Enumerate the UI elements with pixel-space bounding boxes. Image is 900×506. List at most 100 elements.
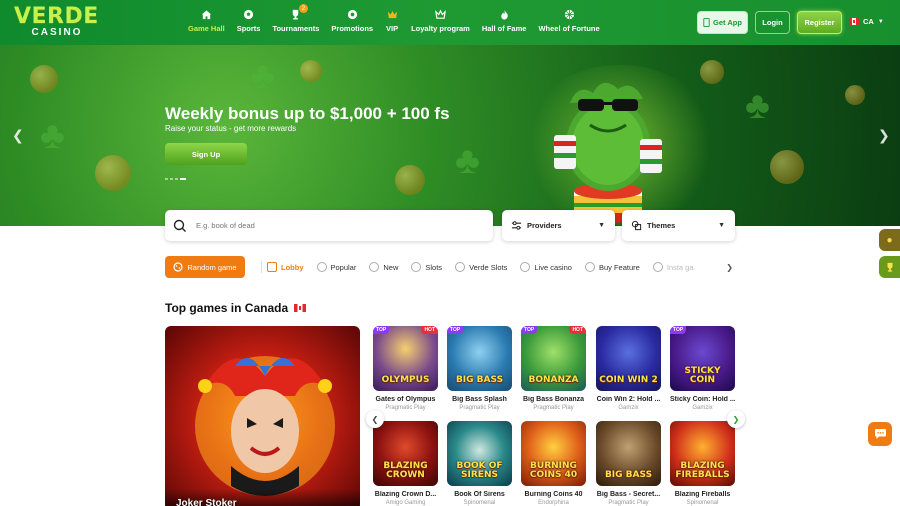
chevron-down-icon: ▼	[718, 222, 725, 229]
live-chat-button[interactable]	[868, 422, 892, 446]
tab-verde-slots[interactable]: Verde Slots	[455, 262, 507, 272]
themes-dropdown[interactable]: Themes ▼	[622, 210, 735, 241]
crown-icon	[385, 7, 399, 21]
game-provider: Amigo Gaming	[385, 500, 426, 506]
featured-game-card[interactable]: Joker Stoker	[165, 326, 360, 506]
nav-tournaments[interactable]: 2 Tournaments	[266, 4, 325, 33]
sign-up-button[interactable]: Sign Up	[165, 143, 247, 165]
tab-live-casino[interactable]: Live casino	[520, 262, 572, 272]
nav-hall-of-fame[interactable]: Hall of Fame	[476, 7, 533, 33]
tab-slots[interactable]: Slots	[411, 262, 442, 272]
tab-label: Live casino	[534, 262, 572, 272]
tab-insta-games[interactable]: Insta ga	[652, 262, 694, 272]
coin-decoration	[300, 60, 322, 82]
slide-dot-active[interactable]	[180, 178, 186, 180]
game-name: Big Bass - Secret...	[596, 491, 661, 498]
game-tile[interactable]: BIG BASS Big Bass - Secret... Pragmatic …	[596, 421, 661, 506]
game-name: Big Bass Bonanza	[522, 396, 585, 403]
chevron-down-icon: ▼	[598, 222, 605, 229]
top-badge: TOP	[670, 326, 687, 334]
search-icon	[173, 219, 186, 232]
get-app-button[interactable]: Get App	[697, 11, 748, 34]
main-nav: Game Hall Sports 2 Tournaments Promotion…	[182, 4, 606, 33]
chevron-right-icon[interactable]: ❯	[726, 263, 733, 272]
themes-label: Themes	[647, 221, 676, 230]
nav-loyalty-program[interactable]: Loyalty program	[405, 7, 476, 33]
game-search-box[interactable]	[165, 210, 493, 241]
game-provider: Endorphina	[538, 500, 569, 506]
side-trophy-button[interactable]	[879, 256, 900, 278]
coin-decoration	[395, 165, 425, 195]
instant-icon	[652, 262, 663, 272]
top-badge: TOP	[447, 326, 464, 334]
clover-decoration: ♣	[745, 85, 770, 127]
game-tile[interactable]: TOP HOT OLYMPUS Gates of Olympus Pragmat…	[373, 326, 438, 411]
slide-dot[interactable]	[175, 178, 178, 180]
game-thumbnail: BOOK OF SIRENS	[447, 421, 512, 486]
promo-banner[interactable]: ♣ ♣ ♣ ♣ Weekly bonus up to $1,000 + 100 …	[0, 45, 900, 226]
tab-lobby[interactable]: Lobby	[267, 262, 304, 272]
section-title-text: Top games in Canada	[165, 301, 289, 315]
language-selector[interactable]: CA ▼	[849, 17, 884, 26]
chevron-right-icon[interactable]: ❯	[878, 127, 890, 144]
game-thumbnail: BLAZING FIREBALLS	[670, 421, 735, 486]
clover-decoration: ♣	[250, 55, 275, 97]
tab-popular[interactable]: Popular	[316, 262, 357, 272]
wheel-icon	[562, 7, 576, 21]
providers-dropdown[interactable]: Providers ▼	[502, 210, 615, 241]
slots-icon	[411, 262, 422, 272]
game-tile[interactable]: TOP STICKY COIN Sticky Coin: Hold ... Ga…	[670, 326, 735, 411]
game-provider: Gamzix	[692, 405, 713, 411]
tab-new[interactable]: New	[369, 262, 398, 272]
game-name: Coin Win 2: Hold ...	[596, 396, 661, 403]
chevron-left-icon[interactable]: ❮	[12, 127, 24, 144]
lobby-icon	[267, 262, 277, 272]
game-tile[interactable]: BOOK OF SIRENS Book Of Sirens Spinomenal	[447, 421, 512, 506]
get-app-label: Get App	[713, 18, 742, 27]
live-icon	[520, 262, 531, 272]
coin-decoration	[30, 65, 58, 93]
game-name: Gates of Olympus	[375, 396, 436, 403]
nav-wheel-of-fortune[interactable]: Wheel of Fortune	[532, 7, 605, 33]
nav-label: Sports	[236, 24, 261, 33]
nav-sports[interactable]: Sports	[231, 7, 267, 33]
game-provider: Pragmatic Play	[459, 405, 500, 411]
chevron-down-icon: ▼	[877, 18, 884, 25]
nav-vip[interactable]: VIP	[379, 7, 405, 33]
top-header: VERDE CASINO Game Hall Sports 2 Tourname…	[0, 0, 900, 45]
login-button[interactable]: Login	[755, 11, 790, 34]
nav-promotions[interactable]: Promotions	[325, 7, 379, 33]
flame-icon	[497, 7, 511, 21]
random-game-button[interactable]: Random game	[165, 256, 245, 278]
game-tile[interactable]: BLAZING CROWN Blazing Crown D... Amigo G…	[373, 421, 438, 506]
game-name: Big Bass Splash	[452, 396, 507, 403]
top-badge: TOP	[521, 326, 538, 334]
carousel-prev-button[interactable]: ❮	[366, 410, 384, 428]
game-tile[interactable]: BURNING COINS 40 Burning Coins 40 Endorp…	[521, 421, 586, 506]
game-tile[interactable]: TOP BIG BASS Big Bass Splash Pragmatic P…	[447, 326, 512, 411]
nav-game-hall[interactable]: Game Hall	[182, 7, 231, 33]
section-title: Top games in Canada	[165, 301, 307, 315]
carousel-next-button[interactable]: ❯	[727, 410, 745, 428]
random-game-label: Random game	[187, 262, 237, 272]
side-promo-button[interactable]: ●	[879, 229, 900, 251]
verde-casino-logo[interactable]: VERDE CASINO	[14, 6, 100, 40]
tournaments-badge: 2	[298, 4, 308, 13]
game-tile[interactable]: COIN WIN 2 Coin Win 2: Hold ... Gamzix	[596, 326, 661, 411]
game-tile[interactable]: TOP HOT BONANZA Big Bass Bonanza Pragmat…	[521, 326, 586, 411]
tab-buy-feature[interactable]: Buy Feature	[584, 262, 640, 272]
game-tile[interactable]: BLAZING FIREBALLS Blazing Fireballs Spin…	[670, 421, 735, 506]
slide-dot[interactable]	[165, 178, 168, 180]
coin-decoration	[845, 85, 865, 105]
slide-dot[interactable]	[170, 178, 173, 180]
game-thumbnail: TOP STICKY COIN	[670, 326, 735, 391]
search-input[interactable]	[196, 221, 476, 230]
game-art-title: BIG BASS	[604, 470, 653, 480]
soccer-ball-icon	[242, 7, 256, 21]
register-button[interactable]: Register	[797, 11, 842, 34]
heart-icon	[316, 262, 327, 272]
green-monster-mascot	[554, 82, 662, 223]
game-thumbnail: COIN WIN 2	[596, 326, 661, 391]
tab-label: Popular	[330, 262, 357, 272]
nav-label: Game Hall	[188, 24, 225, 33]
